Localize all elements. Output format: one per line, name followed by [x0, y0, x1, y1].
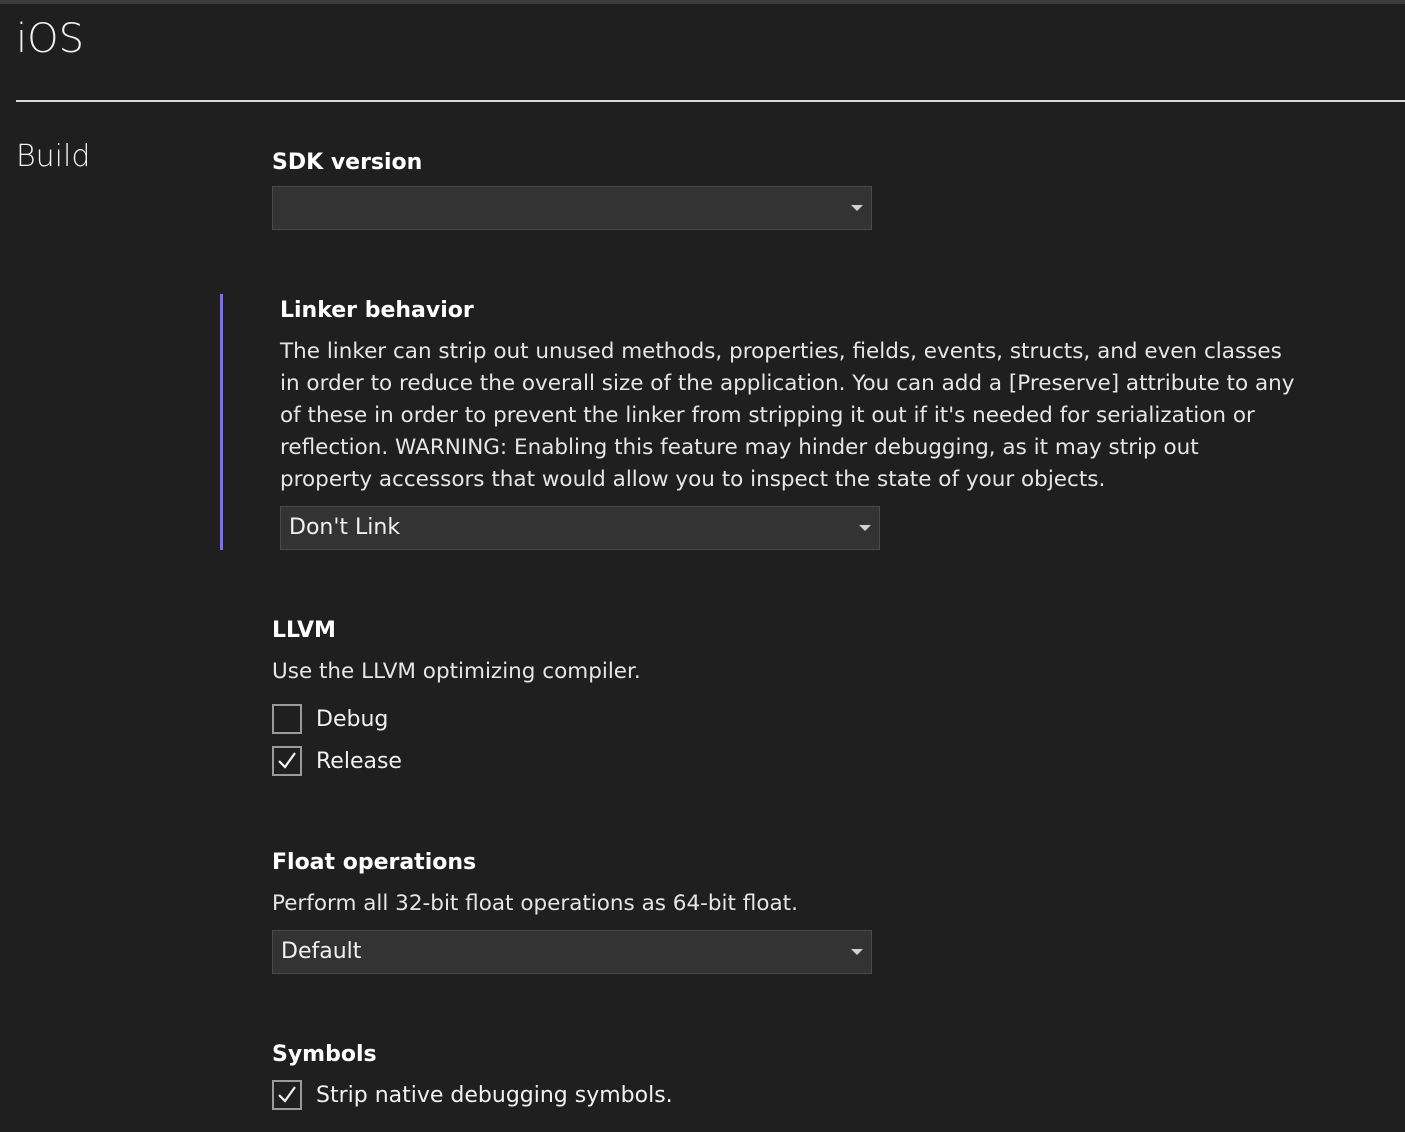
sdk-version-dropdown[interactable]	[272, 186, 872, 230]
strip-symbols-label: Strip native debugging symbols.	[316, 1083, 673, 1108]
linker-behavior-label: Linker behavior	[280, 298, 474, 323]
strip-symbols-checkbox[interactable]	[272, 1080, 302, 1110]
page-title: iOS	[16, 16, 84, 62]
title-divider	[16, 100, 1405, 102]
linker-description-line: property accessors that would allow you …	[280, 467, 1106, 492]
float-operations-label: Float operations	[272, 850, 477, 875]
linker-behavior-description: The linker can strip out unused methods,…	[280, 336, 1300, 496]
symbols-label: Symbols	[272, 1042, 377, 1067]
llvm-release-label: Release	[316, 749, 402, 774]
linker-description-line: The linker can strip out unused methods,…	[280, 339, 1282, 364]
chevron-down-icon	[851, 205, 863, 211]
llvm-release-checkbox[interactable]	[272, 746, 302, 776]
llvm-debug-label: Debug	[316, 707, 389, 732]
float-operations-description: Perform all 32-bit float operations as 6…	[272, 891, 798, 916]
checkmark-icon	[278, 1086, 296, 1103]
linker-description-line: in order to reduce the overall size of t…	[280, 371, 1295, 396]
linker-description-line: reflection. WARNING: Enabling this featu…	[280, 435, 1199, 460]
llvm-label: LLVM	[272, 618, 336, 643]
sdk-version-label: SDK version	[272, 150, 423, 175]
llvm-description: Use the LLVM optimizing compiler.	[272, 659, 641, 684]
llvm-debug-checkbox[interactable]	[272, 704, 302, 734]
float-operations-value: Default	[281, 939, 362, 964]
linker-behavior-dropdown[interactable]: Don't Link	[280, 506, 880, 550]
checkmark-icon	[278, 752, 296, 769]
linker-accent-bar	[220, 294, 223, 550]
float-operations-dropdown[interactable]: Default	[272, 930, 872, 974]
chevron-down-icon	[859, 525, 871, 531]
chevron-down-icon	[851, 949, 863, 955]
linker-description-line: of these in order to prevent the linker …	[280, 403, 1255, 428]
linker-behavior-value: Don't Link	[289, 515, 401, 540]
section-title-build: Build	[16, 139, 91, 174]
window-top-strip	[0, 0, 1405, 4]
